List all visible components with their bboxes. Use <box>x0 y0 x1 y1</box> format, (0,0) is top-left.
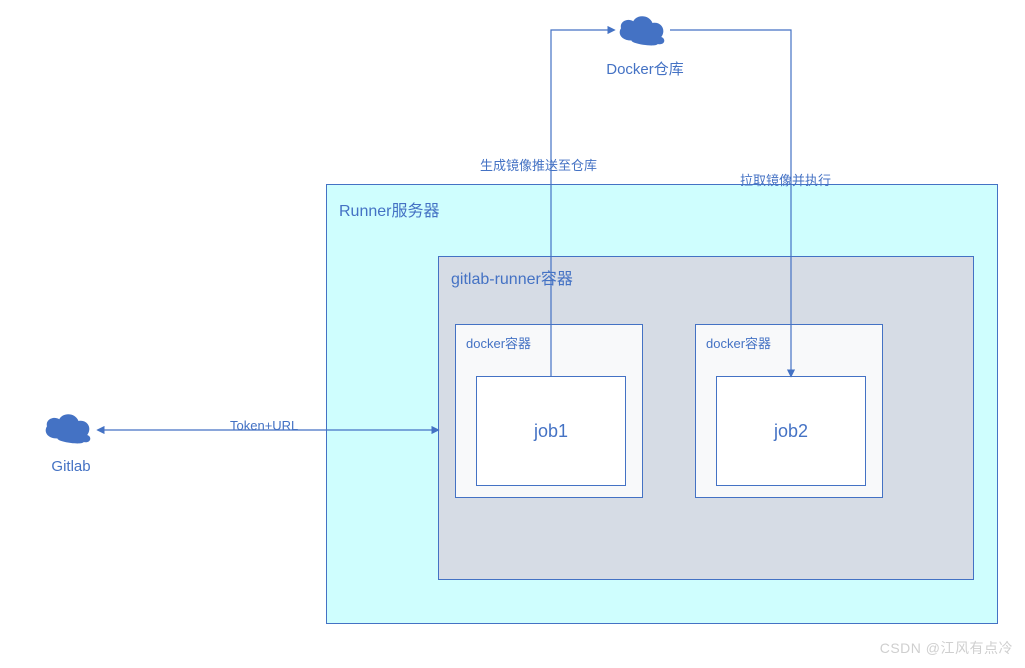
job2-label: job2 <box>774 421 808 442</box>
job2-box: job2 <box>716 376 866 486</box>
pull-image-edge-label: 拉取镜像并执行 <box>740 170 831 189</box>
token-url-edge-label: Token+URL <box>230 418 298 433</box>
gitlab-runner-container-label: gitlab-runner容器 <box>451 265 573 289</box>
push-image-edge-label: 生成镜像推送至仓库 <box>480 155 597 174</box>
runner-server-label: Runner服务器 <box>339 197 439 221</box>
cloud-icon <box>614 12 670 48</box>
docker-container-2-label: docker容器 <box>706 333 771 352</box>
docker-cloud-label: Docker仓库 <box>600 58 690 79</box>
job1-label: job1 <box>534 421 568 442</box>
gitlab-cloud-label: Gitlab <box>46 458 96 475</box>
docker-container-1-label: docker容器 <box>466 333 531 352</box>
cloud-icon <box>40 410 96 446</box>
job1-box: job1 <box>476 376 626 486</box>
watermark: CSDN @江风有点冷 <box>880 638 1013 658</box>
